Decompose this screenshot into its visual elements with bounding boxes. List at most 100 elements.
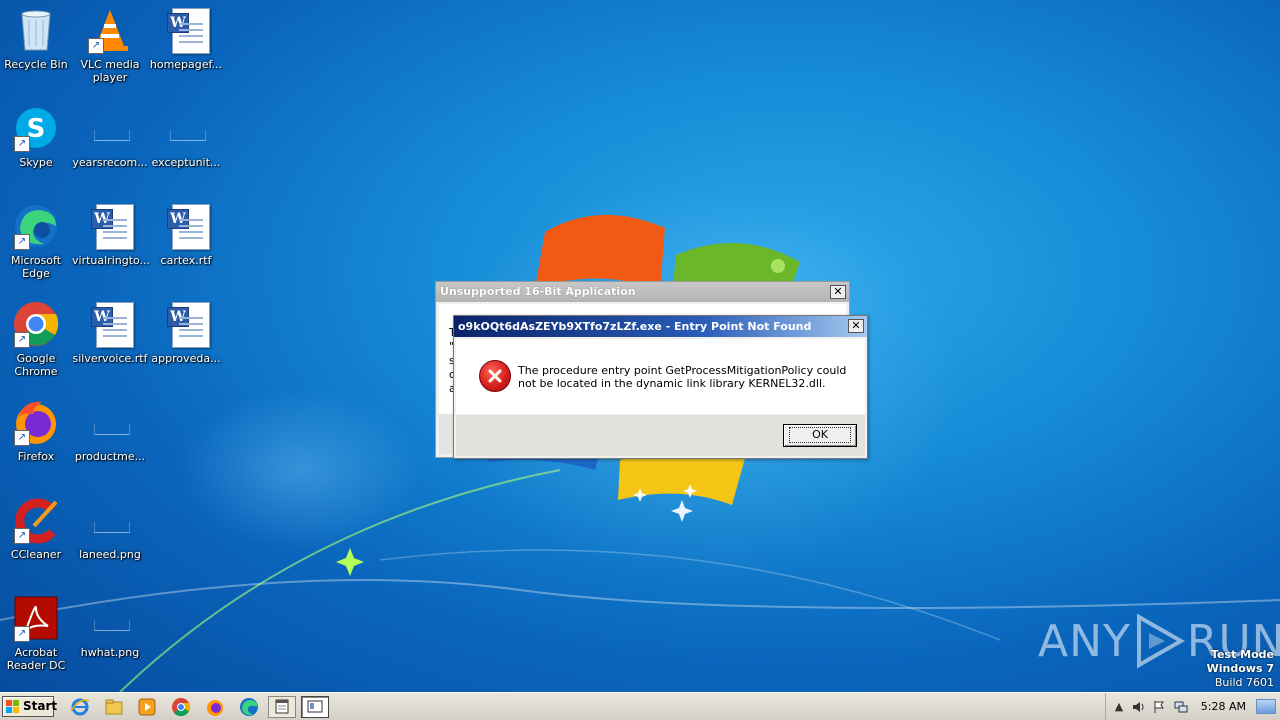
chrome-icon	[172, 698, 190, 717]
ok-button[interactable]: OK	[783, 424, 857, 447]
desktop-icon-label: VLC media player	[80, 58, 140, 84]
desktop-icon-label: Skype	[19, 156, 53, 169]
vlc-cone-icon: ↗	[86, 6, 134, 54]
ok-button-label: OK	[789, 427, 851, 443]
desktop-icon-label: approveda...	[151, 352, 221, 365]
edge-icon: ↗	[12, 202, 60, 250]
folder-icon	[105, 699, 123, 715]
test-mode-line: Test Mode	[1211, 648, 1274, 661]
desktop-icon-label: productme...	[74, 450, 146, 463]
desktop-icon-label: Recycle Bin	[4, 58, 68, 71]
clock[interactable]: 5:28 AM	[1201, 700, 1246, 713]
explorer-quicklaunch[interactable]	[104, 697, 124, 717]
taskbar: Start ▲ 5:28 AM	[0, 692, 1280, 720]
desktop-icon-file[interactable]: W silvervoice.rtf	[72, 300, 148, 365]
desktop-icon-acrobat-reader[interactable]: ↗ Acrobat Reader DC	[0, 594, 74, 672]
show-desktop-button[interactable]	[1256, 699, 1276, 714]
shortcut-arrow-icon: ↗	[14, 136, 30, 152]
desktop-icon-label: homepagef...	[149, 58, 223, 71]
chrome-icon: ↗	[12, 300, 60, 348]
system-tray: ▲ 5:28 AM	[1105, 693, 1280, 720]
start-button[interactable]: Start	[2, 696, 58, 717]
recycle-bin-icon	[12, 6, 60, 54]
desktop-icon-ccleaner[interactable]: ↗ CCleaner	[0, 496, 74, 561]
word-document-icon: W	[162, 300, 210, 348]
blank-file-icon	[162, 104, 210, 152]
desktop-icon-label: Microsoft Edge	[10, 254, 62, 280]
desktop-icon-vlc[interactable]: ↗ VLC media player	[72, 6, 148, 84]
close-button[interactable]: ✕	[848, 319, 864, 333]
desktop-icon-file[interactable]: exceptunit...	[148, 104, 224, 169]
entry-point-error-dialog: o9kOQt6dAsZEYb9XTfo7zLZf.exe - Entry Poi…	[453, 315, 868, 459]
taskbar-window-button-active[interactable]	[301, 696, 329, 718]
shortcut-arrow-icon: ↗	[14, 626, 30, 642]
close-icon: ✕	[833, 285, 843, 298]
window-icon	[275, 699, 289, 714]
word-document-icon: W	[162, 202, 210, 250]
shortcut-arrow-icon: ↗	[14, 528, 30, 544]
desktop-icon-label: Acrobat Reader DC	[6, 646, 66, 672]
firefox-quicklaunch[interactable]	[205, 697, 225, 717]
watermark-text-left: ANY	[1038, 615, 1131, 667]
firefox-icon	[207, 700, 223, 716]
word-document-icon: W	[162, 6, 210, 54]
shortcut-arrow-icon: ↗	[14, 332, 30, 348]
desktop-icon-label: Firefox	[17, 450, 55, 463]
show-hidden-icons-icon[interactable]: ▲	[1112, 700, 1126, 714]
desktop-icon-label: silvervoice.rtf	[72, 352, 148, 365]
error-icon	[479, 360, 511, 392]
desktop-icon-label: laneed.png	[79, 548, 141, 561]
network-icon[interactable]	[1174, 700, 1188, 714]
desktop-icon-file[interactable]: productme...	[72, 398, 148, 463]
desktop-icon-google-chrome[interactable]: ↗ Google Chrome	[0, 300, 74, 378]
taskbar-window-button[interactable]	[268, 696, 296, 718]
desktop-icon-label: hwhat.png	[80, 646, 140, 659]
internet-explorer-icon	[70, 698, 90, 716]
desktop-icon-label: CCleaner	[10, 548, 62, 561]
media-player-quicklaunch[interactable]	[137, 697, 157, 717]
desktop-icon-recycle-bin[interactable]: Recycle Bin	[0, 6, 74, 71]
close-icon: ✕	[851, 319, 861, 332]
desktop-icon-firefox[interactable]: ↗ Firefox	[0, 398, 74, 463]
action-center-flag-icon[interactable]	[1152, 700, 1166, 714]
start-label: Start	[23, 699, 58, 713]
firefox-icon: ↗	[12, 398, 60, 446]
desktop-icon-label: exceptunit...	[151, 156, 221, 169]
blank-file-icon	[86, 398, 134, 446]
build-line: Build 7601	[1214, 676, 1274, 689]
desktop-icon-label: virtualringto...	[72, 254, 151, 267]
dialog-body: The procedure entry point GetProcessMiti…	[456, 339, 865, 414]
blank-file-icon	[86, 594, 134, 642]
desktop-icon-label: Google Chrome	[14, 352, 58, 378]
edge-quicklaunch[interactable]	[239, 697, 259, 717]
windows-flag-icon	[6, 700, 19, 713]
error-message: The procedure entry point GetProcessMiti…	[518, 364, 847, 390]
desktop-icon-file[interactable]: W approveda...	[148, 300, 224, 365]
test-mode-notice: Test Mode Windows 7 Build 7601	[1207, 648, 1274, 690]
close-button[interactable]: ✕	[830, 285, 846, 299]
internet-explorer-quicklaunch[interactable]	[70, 697, 90, 717]
word-document-icon: W	[86, 202, 134, 250]
dialog-title: Unsupported 16-Bit Application	[436, 282, 849, 302]
dialog-title: o9kOQt6dAsZEYb9XTfo7zLZf.exe - Entry Poi…	[454, 316, 867, 337]
desktop-icon-file[interactable]: yearsrecom...	[72, 104, 148, 169]
ccleaner-icon: ↗	[12, 496, 60, 544]
os-name-line: Windows 7	[1206, 662, 1274, 675]
skype-icon: S ↗	[12, 104, 60, 152]
desktop-icon-label: yearsrecom...	[72, 156, 148, 169]
edge-icon	[240, 698, 258, 716]
desktop-icon-skype[interactable]: S ↗ Skype	[0, 104, 74, 169]
volume-icon[interactable]	[1132, 700, 1146, 714]
acrobat-icon: ↗	[12, 594, 60, 642]
desktop-icon-microsoft-edge[interactable]: ↗ Microsoft Edge	[0, 202, 74, 280]
shortcut-arrow-icon: ↗	[14, 430, 30, 446]
desktop-icon-file[interactable]: laneed.png	[72, 496, 148, 561]
desktop-icon-file[interactable]: W cartex.rtf	[148, 202, 224, 267]
word-document-icon: W	[86, 300, 134, 348]
blank-file-icon	[86, 104, 134, 152]
desktop-icon-file[interactable]: hwhat.png	[72, 594, 148, 659]
blank-file-icon	[86, 496, 134, 544]
desktop-icon-file[interactable]: W virtualringto...	[72, 202, 151, 267]
chrome-quicklaunch[interactable]	[171, 697, 191, 717]
desktop-icon-file[interactable]: W homepagef...	[148, 6, 224, 71]
